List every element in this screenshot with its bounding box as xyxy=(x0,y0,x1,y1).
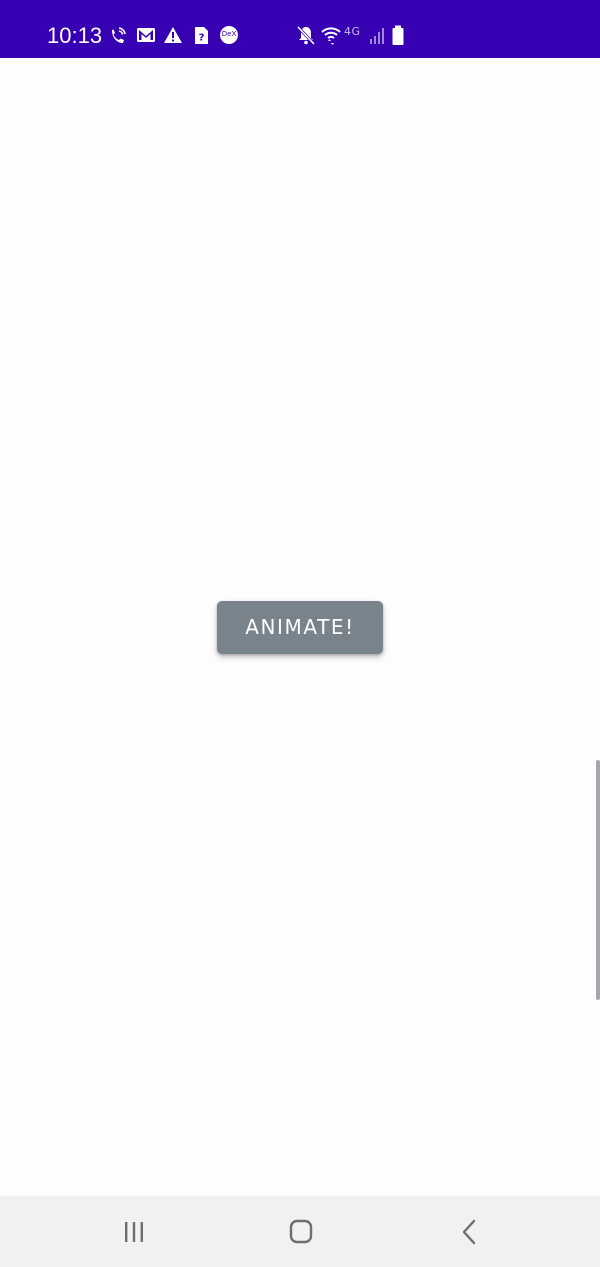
battery-icon xyxy=(390,24,406,46)
wifi-calling-icon xyxy=(108,24,128,46)
wifi-icon xyxy=(320,24,342,46)
home-icon[interactable] xyxy=(286,1218,316,1246)
warning-icon xyxy=(163,24,183,46)
dex-label: DeX xyxy=(221,30,237,38)
scroll-indicator[interactable] xyxy=(596,760,600,1000)
status-time: 10:13 xyxy=(47,23,103,48)
animate-button[interactable]: ANIMATE! xyxy=(217,601,383,654)
recent-apps-icon[interactable] xyxy=(119,1218,149,1246)
navigation-bar xyxy=(0,1196,600,1267)
network-label: 4G xyxy=(344,25,361,38)
svg-text:?: ? xyxy=(199,33,205,44)
mute-icon xyxy=(296,24,316,46)
back-icon[interactable] xyxy=(455,1218,485,1246)
sim-unknown-icon: ? xyxy=(192,24,210,46)
main-content: ANIMATE! xyxy=(0,58,600,1196)
status-bar: 10:13 ? DeX 4G xyxy=(0,0,600,58)
network-4g-icon: 4G xyxy=(344,22,368,44)
dex-icon: DeX xyxy=(218,24,240,46)
signal-icon xyxy=(368,24,386,46)
gmail-icon xyxy=(135,24,157,46)
